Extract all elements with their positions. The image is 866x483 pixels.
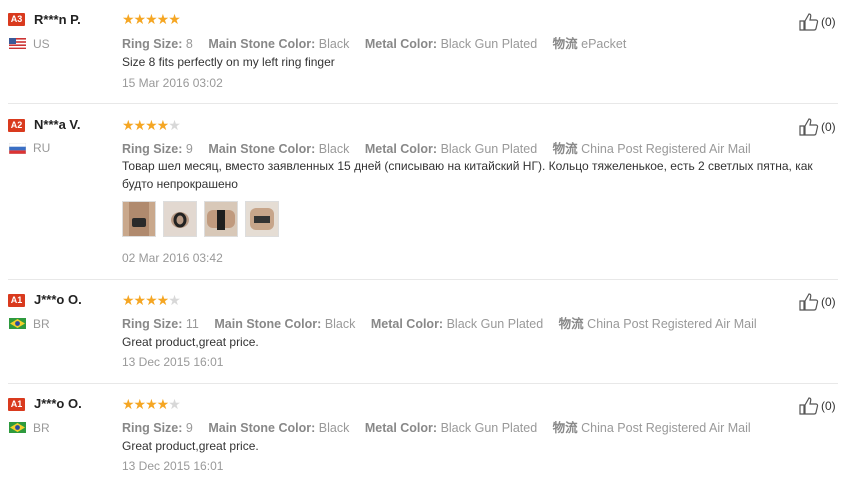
review-text: Size 8 fits perfectly on my left ring fi… [122,55,335,69]
reviewer-name: J***o O. [34,396,82,411]
review-date: 02 Mar 2016 03:42 [122,251,223,265]
us-flag-icon [9,38,26,49]
buyer-level-badge: A1 [8,294,25,307]
review-date: 13 Dec 2015 16:01 [122,459,224,473]
reviewer-country: RU [33,141,51,155]
review-photo-thumbnail[interactable] [122,201,156,237]
review-photos [122,201,286,237]
review-date: 15 Mar 2016 03:02 [122,76,223,90]
helpful-count: (0) [821,120,836,134]
thumbs-up-icon [799,293,819,311]
helpful-count: (0) [821,399,836,413]
review-text: Great product,great price. [122,439,259,453]
divider [8,103,838,104]
rating-stars: ★★★★★ [122,117,181,133]
reviewer-name: N***a V. [34,117,81,132]
divider [8,383,838,384]
reviewer-name: R***n P. [34,12,81,27]
br-flag-icon [9,422,26,433]
product-attributes: Ring Size: 9 Main Stone Color: Black Met… [122,142,751,156]
review-text: Great product,great price. [122,335,259,349]
review-date: 13 Dec 2015 16:01 [122,355,224,369]
buyer-level-badge: A2 [8,119,25,132]
review-photo-thumbnail[interactable] [163,201,197,237]
helpful-count: (0) [821,295,836,309]
review-photo-thumbnail[interactable] [204,201,238,237]
review-photo-thumbnail[interactable] [245,201,279,237]
reviewer-country: BR [33,421,50,435]
thumbs-up-icon [799,13,819,31]
helpful-count: (0) [821,15,836,29]
divider [8,279,838,280]
buyer-level-badge: A3 [8,13,25,26]
rating-stars: ★★★★★ [122,11,181,27]
helpful-button[interactable]: (0) [799,293,836,311]
rating-stars: ★★★★★ [122,292,181,308]
review-text: Товар шел месяц, вместо заявленных 15 дн… [122,159,813,191]
helpful-button[interactable]: (0) [799,13,836,31]
helpful-button[interactable]: (0) [799,118,836,136]
thumbs-up-icon [799,397,819,415]
helpful-button[interactable]: (0) [799,397,836,415]
reviewer-country: US [33,37,50,51]
product-attributes: Ring Size: 8 Main Stone Color: Black Met… [122,37,627,51]
reviewer-name: J***o O. [34,292,82,307]
thumbs-up-icon [799,118,819,136]
rating-stars: ★★★★★ [122,396,181,412]
product-attributes: Ring Size: 9 Main Stone Color: Black Met… [122,421,751,435]
product-attributes: Ring Size: 11 Main Stone Color: Black Me… [122,317,757,331]
buyer-level-badge: A1 [8,398,25,411]
br-flag-icon [9,318,26,329]
ru-flag-icon [9,143,26,154]
reviewer-country: BR [33,317,50,331]
